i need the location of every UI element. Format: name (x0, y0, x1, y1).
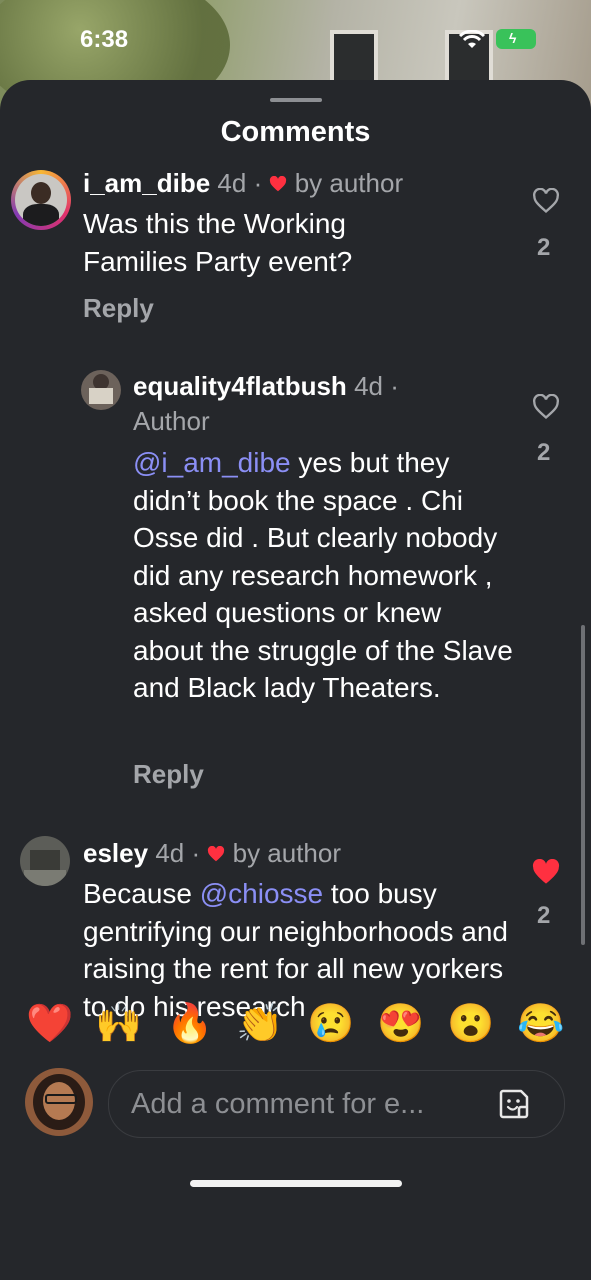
username[interactable]: esley (83, 838, 148, 868)
sheet-title: Comments (220, 116, 371, 148)
emoji-raised-hands[interactable]: 🙌 (94, 1002, 144, 1046)
like-count: 2 (537, 902, 551, 929)
emoji-reaction-row: ❤️ 🙌 🔥 👏 😢 😍 😮 😂 (0, 1002, 591, 1052)
emoji-heart-eyes[interactable]: 😍 (376, 1002, 426, 1046)
author-tag: Author (133, 406, 210, 436)
home-indicator (190, 1180, 402, 1187)
reply-button[interactable]: Reply (133, 759, 204, 790)
avatar[interactable] (81, 370, 121, 410)
emoji-clap[interactable]: 👏 (235, 1002, 285, 1046)
reply-button[interactable]: Reply (83, 293, 154, 324)
comment-text: Was this the Working Families Party even… (83, 208, 353, 277)
username[interactable]: i_am_dibe (83, 168, 210, 198)
emoji-laughing[interactable]: 😂 (516, 1002, 566, 1046)
username[interactable]: equality4flatbush (133, 371, 347, 401)
mention-link[interactable]: @chiosse (200, 878, 323, 909)
wifi-icon (458, 30, 486, 48)
comment-input[interactable]: Add a comment for e... (108, 1070, 565, 1138)
scrollbar[interactable] (581, 625, 585, 945)
emoji-surprised[interactable]: 😮 (446, 1002, 496, 1046)
like-count: 2 (537, 234, 551, 261)
avatar[interactable] (20, 836, 70, 886)
status-time: 6:38 (80, 26, 129, 53)
liked-by-author: by author (232, 838, 342, 868)
comment-age: 4d (155, 838, 185, 868)
comment-header: i_am_dibe 4d · by author (83, 168, 404, 198)
heart-outline-icon[interactable] (532, 394, 560, 420)
comment-header: esley 4d · by author (83, 838, 342, 868)
comment-text: @i_am_dibe yes but they didn’t book the … (133, 447, 513, 703)
status-bar: 6:38 ϟ (0, 0, 591, 80)
emoji-heart[interactable]: ❤️ (25, 1002, 75, 1046)
drag-handle[interactable] (270, 98, 322, 102)
heart-filled-icon[interactable] (532, 859, 560, 885)
comment-header: equality4flatbush 4d · (133, 371, 399, 401)
emoji-crying[interactable]: 😢 (306, 1002, 356, 1046)
heart-filled-icon (270, 175, 287, 192)
mention-link[interactable]: @i_am_dibe (133, 447, 291, 478)
heart-filled-icon (208, 845, 225, 862)
avatar[interactable] (11, 170, 71, 230)
comment-age: 4d (217, 168, 247, 198)
comment-input-placeholder: Add a comment for e... (131, 1088, 425, 1120)
comment-age: 4d (354, 371, 383, 401)
sticker-icon[interactable] (497, 1087, 531, 1121)
emoji-fire[interactable]: 🔥 (165, 1002, 215, 1046)
liked-by-author: by author (294, 168, 404, 198)
battery-icon: ϟ (496, 29, 536, 49)
current-user-avatar (25, 1068, 93, 1136)
heart-outline-icon[interactable] (532, 188, 560, 214)
like-count: 2 (537, 439, 551, 466)
